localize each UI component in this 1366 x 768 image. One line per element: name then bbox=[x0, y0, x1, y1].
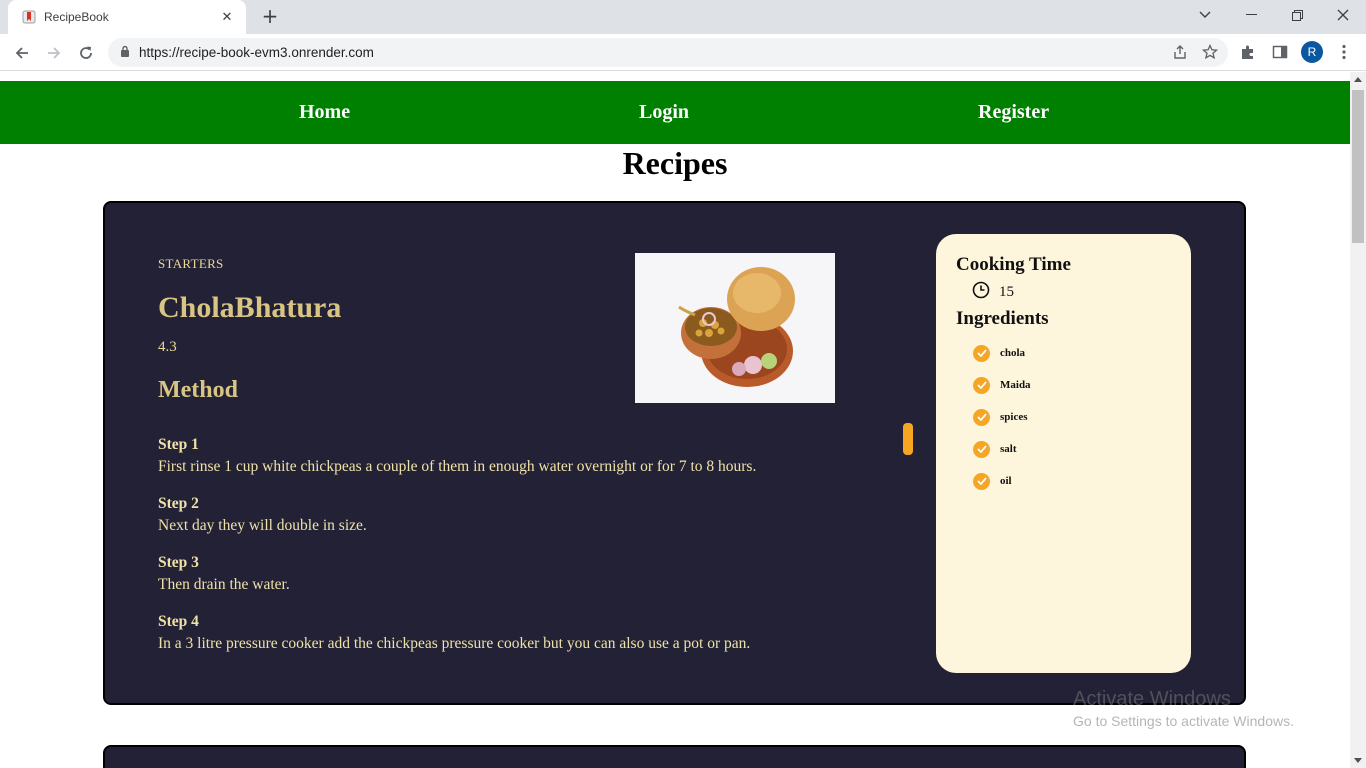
scrollbar-thumb[interactable] bbox=[1352, 90, 1364, 243]
cooking-time-heading: Cooking Time bbox=[956, 254, 1071, 275]
recipe-card: STARTERS CholaBhatura 4.3 Method Step 1 … bbox=[103, 201, 1246, 705]
browser-toolbar: https://recipe-book-evm3.onrender.com R bbox=[0, 34, 1366, 71]
scroll-down-arrow-icon[interactable] bbox=[1354, 758, 1362, 763]
step-title: Step 2 bbox=[158, 495, 199, 512]
url-text: https://recipe-book-evm3.onrender.com bbox=[139, 45, 374, 60]
method-steps: Step 1 First rinse 1 cup white chickpeas… bbox=[158, 434, 878, 670]
check-circle-icon bbox=[973, 376, 990, 394]
check-circle-icon bbox=[973, 440, 990, 458]
method-step: Step 4 In a 3 litre pressure cooker add … bbox=[158, 611, 878, 655]
ingredients-list: chola Maida spices salt oil bbox=[973, 337, 1031, 497]
step-title: Step 1 bbox=[158, 436, 199, 453]
extensions-puzzle-icon[interactable] bbox=[1236, 40, 1260, 64]
ingredient-label: chola bbox=[1000, 347, 1026, 359]
recipe-image bbox=[635, 253, 835, 403]
lock-icon bbox=[120, 44, 130, 62]
clock-icon bbox=[972, 281, 990, 304]
ingredient-label: Maida bbox=[1000, 379, 1031, 391]
inner-scroll-indicator[interactable] bbox=[903, 423, 913, 455]
step-title: Step 4 bbox=[158, 613, 199, 630]
restore-button[interactable] bbox=[1274, 0, 1320, 30]
tab-close-icon[interactable]: ✕ bbox=[218, 10, 236, 25]
watermark-subtitle: Go to Settings to activate Windows. bbox=[1073, 713, 1294, 729]
watermark-title: Activate Windows bbox=[1073, 688, 1231, 710]
menu-kebab-icon[interactable] bbox=[1332, 40, 1356, 64]
browser-tab[interactable]: RecipeBook ✕ bbox=[8, 0, 246, 34]
cooking-time-value: 15 bbox=[999, 284, 1014, 300]
recipe-rating: 4.3 bbox=[158, 339, 177, 355]
method-step: Step 1 First rinse 1 cup white chickpeas… bbox=[158, 434, 878, 478]
ingredient-label: salt bbox=[1000, 443, 1017, 455]
new-tab-button[interactable]: + bbox=[258, 4, 282, 28]
minimize-button[interactable] bbox=[1228, 0, 1274, 30]
step-text: Next day they will double in size. bbox=[158, 517, 367, 534]
step-text: In a 3 litre pressure cooker add the chi… bbox=[158, 635, 751, 652]
ingredient-item: oil bbox=[973, 465, 1031, 497]
address-bar[interactable]: https://recipe-book-evm3.onrender.com bbox=[108, 38, 1228, 67]
bookmark-star-icon[interactable] bbox=[1201, 43, 1219, 65]
tab-title: RecipeBook bbox=[44, 10, 109, 24]
close-window-button[interactable] bbox=[1320, 0, 1366, 30]
step-text: Then drain the water. bbox=[158, 576, 290, 593]
ingredient-item: Maida bbox=[973, 369, 1031, 401]
ingredient-label: spices bbox=[1000, 411, 1028, 423]
method-heading: Method bbox=[158, 377, 238, 403]
nav-login-link[interactable]: Login bbox=[639, 101, 689, 124]
back-arrow-icon[interactable] bbox=[9, 40, 35, 66]
step-text: First rinse 1 cup white chickpeas a coup… bbox=[158, 458, 757, 475]
reload-icon[interactable] bbox=[73, 40, 99, 66]
side-panel-icon[interactable] bbox=[1268, 40, 1292, 64]
ingredients-heading: Ingredients bbox=[956, 308, 1049, 329]
nav-register-link[interactable]: Register bbox=[978, 101, 1049, 124]
scroll-up-arrow-icon[interactable] bbox=[1354, 77, 1362, 82]
recipe-info-panel: Cooking Time 15 Ingredients chola Maida bbox=[936, 234, 1191, 673]
step-title: Step 3 bbox=[158, 554, 199, 571]
tab-search-chevron-icon[interactable] bbox=[1182, 0, 1228, 30]
activate-windows-watermark: Activate Windows Go to Settings to activ… bbox=[1073, 688, 1294, 729]
page-scrollbar[interactable] bbox=[1350, 72, 1366, 768]
method-step: Step 3 Then drain the water. bbox=[158, 552, 878, 596]
ingredient-item: chola bbox=[973, 337, 1031, 369]
ingredient-label: oil bbox=[1000, 475, 1012, 487]
nav-home-link[interactable]: Home bbox=[299, 101, 350, 124]
method-step: Step 2 Next day they will double in size… bbox=[158, 493, 878, 537]
recipe-category: STARTERS bbox=[158, 256, 224, 271]
page-title: Recipes bbox=[622, 145, 728, 181]
bookmark-favicon-icon bbox=[22, 10, 36, 24]
forward-arrow-icon[interactable] bbox=[41, 40, 67, 66]
browser-tab-bar: RecipeBook ✕ + bbox=[0, 0, 1366, 34]
ingredient-item: salt bbox=[973, 433, 1031, 465]
share-icon[interactable] bbox=[1172, 44, 1188, 65]
profile-avatar[interactable]: R bbox=[1300, 40, 1324, 64]
check-circle-icon bbox=[973, 408, 990, 426]
recipe-card-next bbox=[103, 745, 1246, 768]
site-navbar: Home Login Register bbox=[0, 81, 1350, 144]
cooking-time-row: 15 bbox=[972, 281, 1014, 304]
check-circle-icon bbox=[973, 472, 990, 490]
page-content: Home Login Register Recipes STARTERS Cho… bbox=[0, 72, 1350, 768]
check-circle-icon bbox=[973, 344, 990, 362]
recipe-name: CholaBhatura bbox=[158, 291, 342, 324]
ingredient-item: spices bbox=[973, 401, 1031, 433]
